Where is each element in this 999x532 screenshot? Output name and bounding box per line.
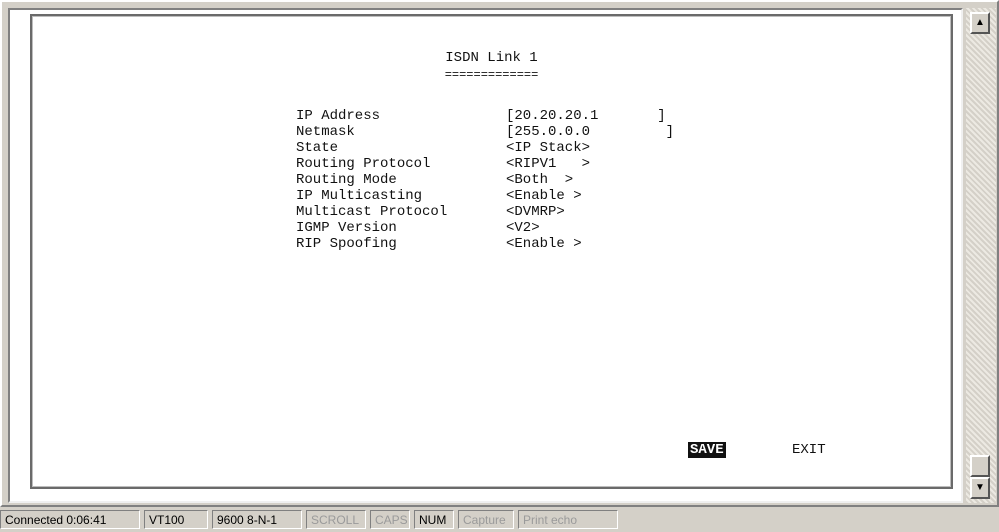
field-row-state[interactable]: State <IP Stack>	[296, 140, 674, 156]
state-select[interactable]: <IP Stack>	[506, 140, 590, 156]
field-label: IP Address	[296, 108, 381, 124]
igmp-version-select[interactable]: <V2>	[506, 220, 540, 236]
field-label: Multicast Protocol	[296, 204, 448, 220]
terminal-area[interactable]: ISDN Link 1 ============= IP Address [20…	[8, 8, 963, 503]
arrow-up-icon: ▲	[975, 17, 985, 28]
scroll-down-button[interactable]: ▼	[970, 477, 990, 499]
field-label: Routing Mode	[296, 172, 397, 188]
field-row-multicast-protocol[interactable]: Multicast Protocol <DVMRP>	[296, 204, 674, 220]
rip-spoofing-select[interactable]: <Enable >	[506, 236, 582, 252]
field-row-igmp-version[interactable]: IGMP Version <V2>	[296, 220, 674, 236]
page-title: ISDN Link 1	[445, 50, 538, 66]
field-row-netmask[interactable]: Netmask [255.0.0.0 ]	[296, 124, 674, 140]
status-capture: Capture	[458, 510, 514, 529]
terminal-screen: ISDN Link 1 ============= IP Address [20…	[30, 14, 953, 489]
scrollbar-thumb[interactable]	[970, 455, 990, 477]
title-underline: =============	[444, 68, 539, 82]
field-row-ip-address[interactable]: IP Address [20.20.20.1 ]	[296, 108, 674, 124]
field-label: Netmask	[296, 124, 355, 140]
status-bar: Connected 0:06:41 VT100 9600 8-N-1 SCROL…	[0, 507, 999, 532]
status-num: NUM	[414, 510, 454, 529]
status-connected: Connected 0:06:41	[0, 510, 140, 529]
vertical-scrollbar[interactable]: ▲ ▼	[966, 8, 996, 503]
netmask-field[interactable]: [255.0.0.0 ]	[506, 124, 674, 140]
save-button[interactable]: SAVE	[688, 442, 726, 458]
field-row-routing-mode[interactable]: Routing Mode <Both >	[296, 172, 674, 188]
field-label: IP Multicasting	[296, 188, 423, 204]
multicast-protocol-select[interactable]: <DVMRP>	[506, 204, 565, 220]
terminal-window: ISDN Link 1 ============= IP Address [20…	[0, 0, 999, 507]
scroll-up-button[interactable]: ▲	[970, 12, 990, 34]
arrow-down-icon: ▼	[975, 482, 985, 493]
status-scroll: SCROLL	[306, 510, 366, 529]
ip-multicasting-select[interactable]: <Enable >	[506, 188, 582, 204]
ip-address-field[interactable]: [20.20.20.1 ]	[506, 108, 666, 124]
status-caps: CAPS	[370, 510, 410, 529]
field-row-rip-spoofing[interactable]: RIP Spoofing <Enable >	[296, 236, 674, 252]
status-port-settings: 9600 8-N-1	[212, 510, 302, 529]
field-label: State	[296, 140, 339, 156]
status-terminal-type: VT100	[144, 510, 208, 529]
status-print-echo: Print echo	[518, 510, 618, 529]
routing-protocol-select[interactable]: <RIPV1 >	[506, 156, 590, 172]
field-row-routing-protocol[interactable]: Routing Protocol <RIPV1 >	[296, 156, 674, 172]
exit-button[interactable]: EXIT	[792, 442, 826, 458]
field-label: IGMP Version	[296, 220, 397, 236]
field-label: Routing Protocol	[296, 156, 431, 172]
routing-mode-select[interactable]: <Both >	[506, 172, 573, 188]
field-label: RIP Spoofing	[296, 236, 397, 252]
field-row-ip-multicasting[interactable]: IP Multicasting <Enable >	[296, 188, 674, 204]
settings-form: IP Address [20.20.20.1 ] Netmask [255.0.…	[296, 108, 674, 252]
